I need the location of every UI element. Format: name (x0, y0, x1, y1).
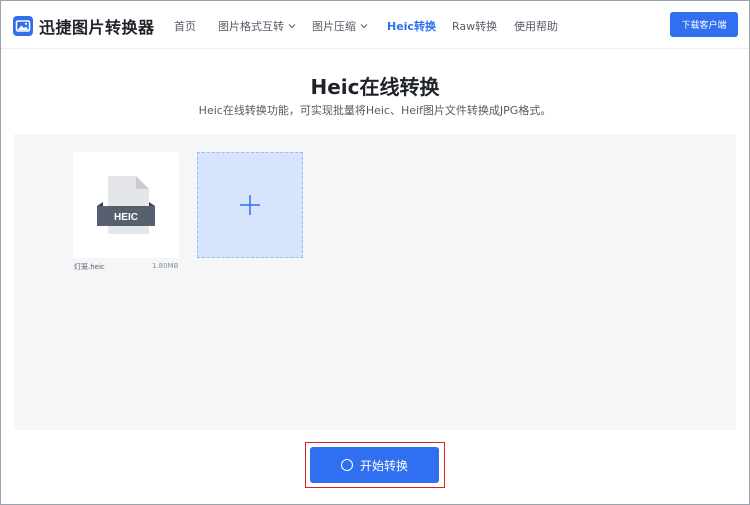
start-convert-button[interactable]: 开始转换 (310, 447, 439, 483)
file-size: 1.80MB (152, 262, 179, 270)
add-file-button[interactable] (197, 152, 303, 258)
nav-home-label: 首页 (174, 20, 196, 33)
upload-work-area[interactable]: HEIC 灯笼.heic 1.80MB (14, 134, 736, 430)
heic-file-icon: HEIC (97, 176, 155, 234)
chevron-down-icon (360, 24, 368, 29)
file-type-badge: HEIC (114, 212, 138, 223)
top-header: 迅捷图片转换器 首页 图片格式互转 图片压缩 Heic转换 Raw转换 使用帮助… (1, 1, 749, 49)
plus-icon (240, 195, 260, 215)
image-logo-icon (13, 16, 33, 36)
nav-format-convert[interactable]: 图片格式互转 (218, 18, 296, 34)
nav-format-convert-label: 图片格式互转 (218, 20, 284, 33)
page-subtitle: Heic在线转换功能，可实现批量将Heic、Heif图片文件转换成JPG格式。 (198, 104, 552, 117)
nav-help[interactable]: 使用帮助 (514, 18, 558, 34)
nav-heic-label: Heic转换 (387, 20, 436, 33)
nav-raw-label: Raw转换 (452, 20, 498, 33)
file-name: 灯笼.heic (74, 263, 105, 271)
brand-logo[interactable]: 迅捷图片转换器 (13, 14, 155, 38)
circle-icon (340, 459, 353, 471)
nav-raw[interactable]: Raw转换 (452, 18, 497, 34)
nav-compress[interactable]: 图片压缩 (312, 18, 368, 34)
download-client-button[interactable]: 下载客户端 (670, 12, 738, 37)
nav-heic[interactable]: Heic转换 (387, 18, 436, 34)
nav-compress-label: 图片压缩 (312, 20, 356, 33)
chevron-down-icon (288, 24, 296, 29)
start-convert-label: 开始转换 (359, 458, 408, 473)
page-title: Heic在线转换 (310, 75, 440, 99)
nav-home[interactable]: 首页 (174, 18, 196, 34)
brand-name: 迅捷图片转换器 (39, 18, 155, 37)
file-card[interactable]: HEIC (73, 152, 179, 258)
nav-help-label: 使用帮助 (514, 20, 558, 33)
